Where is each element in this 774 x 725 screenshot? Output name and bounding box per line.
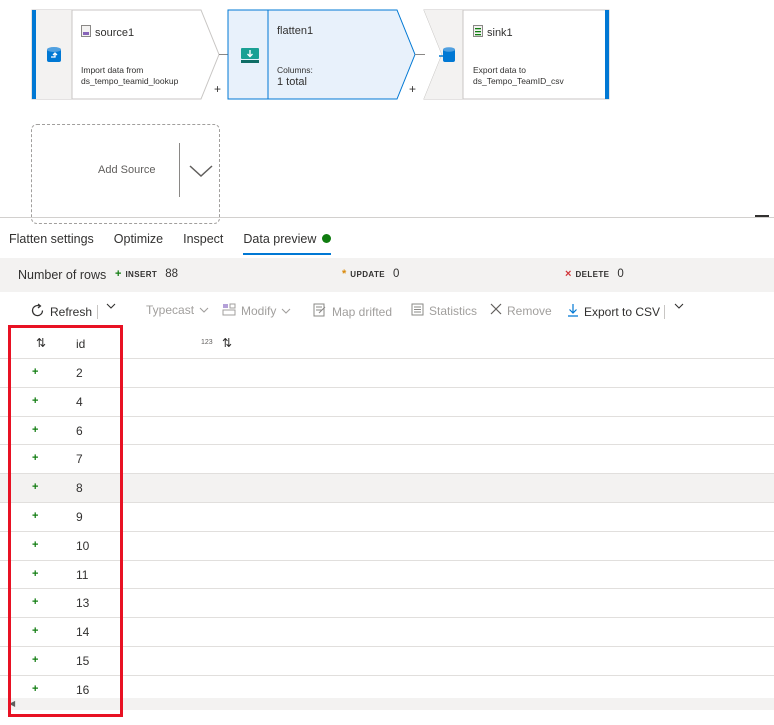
toolbar-divider [97, 305, 98, 319]
remove-label: Remove [507, 303, 552, 318]
flatten-node[interactable]: flatten1 Columns: 1 total [227, 9, 417, 100]
preview-toolbar: Refresh Typecast Modify Map drifted Stat… [0, 297, 774, 325]
update-label: UPDATE [350, 269, 385, 279]
annotation-highlight-box [8, 325, 123, 717]
tab-optimize[interactable]: Optimize [114, 225, 163, 255]
delete-label: DELETE [575, 269, 610, 279]
dataflow-canvas[interactable]: source1 Import data from ds_tempo_teamid… [0, 0, 774, 224]
refresh-icon [30, 303, 45, 321]
add-source-divider [179, 143, 180, 197]
export-csv-button[interactable]: Export to CSV [567, 303, 660, 320]
map-drifted-button[interactable]: Map drifted [313, 303, 392, 320]
rows-label: Number of rows [18, 268, 107, 282]
modify-icon [222, 303, 236, 319]
row-count-summary: Number of rows + INSERT 88 * UPDATE 0 × … [0, 258, 774, 292]
column-sort-icon[interactable]: ⇅ [222, 336, 232, 350]
add-source-button[interactable]: Add Source [31, 124, 220, 224]
database-source-icon [34, 9, 74, 100]
add-transform-plus-button[interactable]: + [214, 82, 221, 96]
export-options-chevron-down-icon[interactable] [674, 302, 684, 310]
refresh-button[interactable]: Refresh [30, 303, 92, 321]
dataset-icon [81, 25, 91, 40]
numeric-type-icon: 123 [201, 339, 213, 346]
tab-data-preview-label: Data preview [243, 232, 317, 246]
flatten-node-title: flatten1 [277, 25, 314, 37]
toolbar-divider [664, 305, 665, 319]
insert-stat: + INSERT 88 [115, 268, 178, 280]
delete-stat: × DELETE 0 [565, 268, 624, 280]
minimize-panel-icon[interactable] [755, 215, 769, 217]
source-node[interactable]: source1 Import data from ds_tempo_teamid… [31, 9, 221, 100]
tab-data-preview[interactable]: Data preview [243, 225, 332, 255]
chevron-down-icon[interactable] [188, 163, 214, 184]
dataset-icon [473, 25, 483, 40]
map-drifted-icon [313, 303, 327, 320]
export-csv-label: Export to CSV [584, 304, 661, 319]
modify-label: Modify [241, 304, 277, 318]
update-asterisk-icon: * [342, 268, 347, 280]
panel-splitter[interactable] [0, 217, 774, 218]
sink-node-desc-line2: ds_Tempo_TeamID_csv [473, 76, 564, 86]
statistics-button[interactable]: Statistics [411, 303, 477, 319]
insert-plus-icon: + [115, 268, 122, 280]
delete-x-icon: × [565, 268, 572, 280]
map-drifted-label: Map drifted [332, 304, 393, 319]
flatten-icon [230, 9, 270, 100]
remove-button[interactable]: Remove [490, 303, 552, 318]
sink-node-desc-line1: Export data to [473, 65, 526, 75]
insert-count: 88 [165, 268, 178, 280]
status-dot-icon [322, 234, 332, 243]
close-icon [490, 303, 502, 318]
add-transform-plus-button[interactable]: + [409, 82, 416, 96]
source-node-desc-line1: Import data from [81, 65, 144, 75]
tab-flatten-settings[interactable]: Flatten settings [9, 225, 94, 255]
delete-count: 0 [617, 268, 624, 280]
typecast-button[interactable]: Typecast [146, 303, 209, 317]
source-node-desc-line2: ds_tempo_teamid_lookup [81, 76, 179, 86]
update-stat: * UPDATE 0 [342, 268, 399, 280]
flatten-node-desc-line1: Columns: [277, 65, 313, 75]
sink-node[interactable]: sink1 Export data to ds_Tempo_TeamID_csv [423, 9, 613, 100]
modify-button[interactable]: Modify [222, 303, 291, 319]
settings-tabs: Flatten settings Optimize Inspect Data p… [0, 225, 343, 255]
update-count: 0 [392, 268, 400, 280]
tab-inspect[interactable]: Inspect [183, 225, 223, 255]
download-icon [567, 303, 579, 320]
add-source-label: Add Source [98, 164, 156, 176]
chevron-down-icon [281, 304, 291, 318]
statistics-icon [411, 303, 424, 319]
insert-label: INSERT [125, 269, 158, 279]
source-node-title: source1 [95, 26, 135, 39]
chevron-down-icon [199, 303, 209, 317]
refresh-options-chevron-down-icon[interactable] [106, 302, 116, 310]
sink-node-title: sink1 [487, 26, 513, 39]
statistics-label: Statistics [429, 304, 478, 318]
typecast-label: Typecast [146, 303, 195, 317]
refresh-label: Refresh [50, 305, 93, 319]
database-sink-icon [427, 9, 467, 100]
flatten-node-desc-line2: 1 total [277, 76, 307, 88]
